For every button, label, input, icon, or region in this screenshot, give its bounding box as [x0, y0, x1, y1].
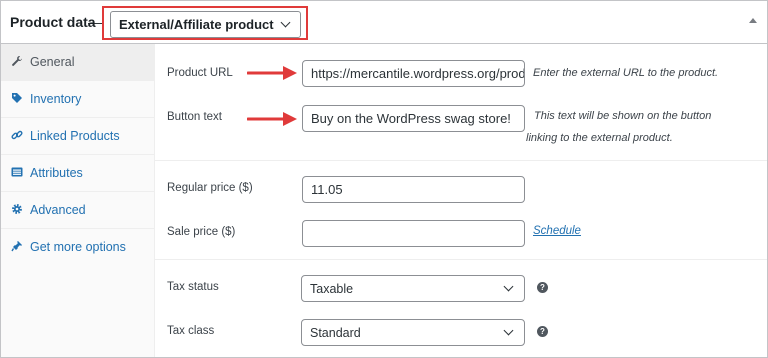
- regular-price-label: Regular price ($): [167, 182, 253, 194]
- tab-advanced[interactable]: Advanced: [1, 192, 154, 229]
- list-icon: [11, 166, 23, 178]
- tax-status-select[interactable]: Taxable: [301, 275, 525, 302]
- button-text-input[interactable]: Buy on the WordPress swag store!: [302, 105, 525, 132]
- tab-attributes[interactable]: Attributes: [1, 155, 154, 192]
- product-url-input[interactable]: https://mercantile.wordpress.org/product: [302, 60, 525, 87]
- chevron-down-icon: [503, 325, 514, 336]
- button-text-description-line1: This text will be shown on the button: [534, 110, 712, 122]
- tab-get-more-options[interactable]: Get more options: [1, 229, 154, 266]
- product-data-tabs: General Inventory Linked Products Attrib…: [1, 44, 155, 357]
- tax-class-value: Standard: [310, 326, 361, 340]
- tab-general[interactable]: General: [1, 44, 154, 81]
- tax-class-label: Tax class: [167, 325, 215, 337]
- product-url-label: Product URL: [167, 67, 233, 79]
- general-options-panel: Product URL https://mercantile.wordpress…: [155, 44, 767, 357]
- sale-price-input[interactable]: [302, 220, 525, 247]
- tab-get-more-options-label: Get more options: [30, 240, 126, 254]
- tab-inventory[interactable]: Inventory: [1, 81, 154, 118]
- collapse-toggle-icon[interactable]: [749, 18, 757, 23]
- tab-advanced-label: Advanced: [30, 203, 86, 217]
- tab-linked-products-label: Linked Products: [30, 129, 120, 143]
- product-url-value: https://mercantile.wordpress.org/product: [311, 66, 525, 81]
- link-icon: [11, 129, 23, 141]
- schedule-link[interactable]: Schedule: [533, 225, 581, 237]
- annotation-arrow-icon: [247, 112, 297, 126]
- help-icon[interactable]: ?: [537, 282, 548, 293]
- annotation-arrow-icon: [247, 66, 297, 80]
- button-text-description-line2: linking to the external product.: [526, 132, 673, 144]
- tax-status-value: Taxable: [310, 282, 354, 296]
- tax-status-label: Tax status: [167, 281, 219, 293]
- button-text-label: Button text: [167, 111, 222, 123]
- sale-price-label: Sale price ($): [167, 226, 236, 238]
- button-text-value: Buy on the WordPress swag store!: [311, 111, 511, 126]
- product-type-value: External/Affiliate product: [119, 17, 274, 32]
- gear-icon: [11, 203, 23, 215]
- chevron-down-icon: [503, 281, 514, 292]
- wrench-icon: [11, 55, 23, 67]
- section-divider: [155, 160, 767, 161]
- tab-general-label: General: [30, 55, 75, 69]
- title-dash: —: [88, 14, 102, 30]
- tag-icon: [11, 92, 23, 104]
- tab-attributes-label: Attributes: [30, 166, 83, 180]
- panel-header: Product data — External/Affiliate produc…: [1, 1, 767, 44]
- panel-title: Product data: [10, 14, 96, 30]
- tax-class-select[interactable]: Standard: [301, 319, 525, 346]
- tab-inventory-label: Inventory: [30, 92, 82, 106]
- regular-price-input[interactable]: 11.05: [302, 176, 525, 203]
- product-url-description: Enter the external URL to the product.: [533, 67, 719, 79]
- product-type-select[interactable]: External/Affiliate product: [110, 11, 301, 38]
- product-data-panel: Product data — External/Affiliate produc…: [0, 0, 768, 358]
- plugin-icon: [11, 240, 23, 252]
- regular-price-value: 11.05: [311, 182, 343, 197]
- help-icon[interactable]: ?: [537, 326, 548, 337]
- section-divider: [155, 259, 767, 260]
- chevron-down-icon: [280, 17, 291, 28]
- tab-linked-products[interactable]: Linked Products: [1, 118, 154, 155]
